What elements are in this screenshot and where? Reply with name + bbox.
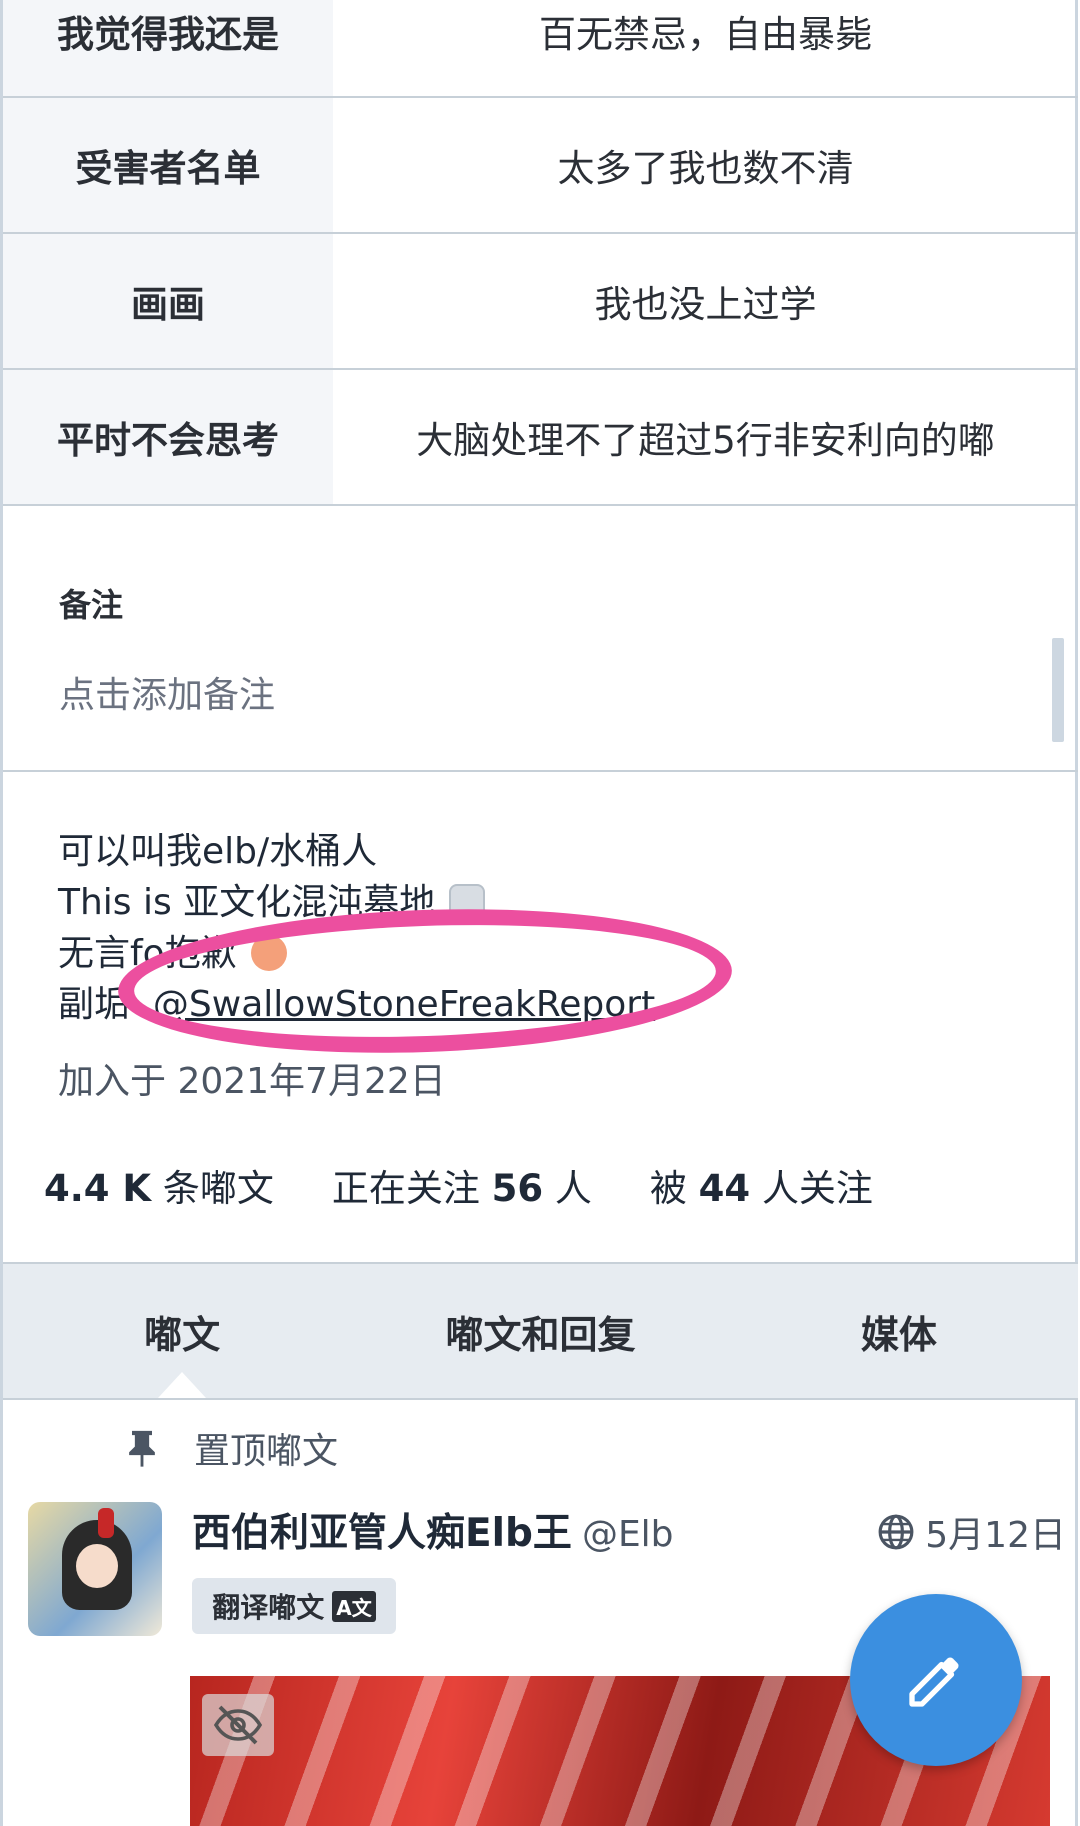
note-scrollbar[interactable] bbox=[1052, 638, 1064, 742]
date-text: 5月12日 bbox=[925, 1515, 1066, 1556]
translate-icon: A文 bbox=[332, 1590, 376, 1622]
bio-text: 可以叫我elb/水桶人 bbox=[58, 831, 378, 872]
field-value: 太多了我也数不清 bbox=[557, 147, 854, 190]
field-name: 受害者名单 bbox=[3, 98, 333, 232]
pinned-text: 置顶嘟文 bbox=[194, 1431, 339, 1472]
author-handle: @Elb bbox=[581, 1514, 674, 1555]
pencil-icon bbox=[909, 1657, 959, 1707]
followers-prefix: 被 bbox=[649, 1167, 687, 1210]
note-section: 备注 点击添加备注 bbox=[3, 534, 1078, 772]
note-input[interactable]: 点击添加备注 bbox=[59, 666, 275, 718]
posts-count: 4.4 K bbox=[44, 1167, 152, 1210]
post-date[interactable]: 5月12日 bbox=[877, 1506, 1066, 1558]
followers-count: 44 bbox=[698, 1167, 751, 1210]
tab-posts-and-replies[interactable]: 嘟文和回复 bbox=[361, 1264, 719, 1398]
avatar-horn bbox=[98, 1508, 114, 1538]
field-name: 我觉得我还是 bbox=[3, 0, 333, 96]
followers-stat[interactable]: 被 44 人关注 bbox=[650, 1158, 873, 1212]
active-tab-indicator bbox=[158, 1372, 206, 1398]
hide-media-button[interactable] bbox=[202, 1694, 274, 1756]
eye-off-icon bbox=[213, 1705, 263, 1745]
following-suffix: 人 bbox=[554, 1167, 592, 1210]
profile-field-row: 我觉得我还是 百无禁忌，自由暴毙 bbox=[3, 0, 1078, 98]
profile-field-row: 平时不会思考 大脑处理不了超过5行非安利向的嘟 bbox=[3, 370, 1078, 506]
globe-icon bbox=[878, 1514, 914, 1550]
field-value: 我也没上过学 bbox=[594, 283, 817, 326]
author-name: 西伯利亚管人痴Elb王 bbox=[192, 1511, 572, 1556]
compose-fab-button[interactable] bbox=[850, 1594, 1022, 1766]
profile-fields: 我觉得我还是 百无禁忌，自由暴毙 受害者名单 太多了我也数不清 画画 我也没上过… bbox=[3, 0, 1078, 506]
translate-label: 翻译嘟文 bbox=[212, 1591, 325, 1624]
avatar[interactable] bbox=[28, 1502, 162, 1636]
pinned-post-label: 置顶嘟文 bbox=[124, 1422, 338, 1474]
field-value: 大脑处理不了超过5行非安利向的嘟 bbox=[416, 419, 995, 462]
note-title: 备注 bbox=[59, 586, 124, 624]
bio-line: 可以叫我elb/水桶人 bbox=[58, 826, 655, 877]
profile-field-row: 画画 我也没上过学 bbox=[3, 234, 1078, 370]
avatar-face bbox=[76, 1544, 118, 1588]
field-name: 平时不会思考 bbox=[3, 370, 333, 504]
profile-stats: 4.4 K 条嘟文 正在关注 56 人 被 44 人关注 bbox=[44, 1158, 873, 1212]
joined-date: 加入于 2021年7月22日 bbox=[58, 1061, 446, 1102]
tab-media[interactable]: 媒体 bbox=[720, 1264, 1078, 1398]
posts-label: 条嘟文 bbox=[162, 1167, 274, 1210]
pin-icon bbox=[129, 1430, 155, 1467]
following-prefix: 正在关注 bbox=[331, 1167, 480, 1210]
following-stat[interactable]: 正在关注 56 人 bbox=[332, 1158, 592, 1212]
followers-suffix: 人关注 bbox=[761, 1167, 873, 1210]
following-count: 56 bbox=[491, 1167, 544, 1210]
posts-stat[interactable]: 4.4 K 条嘟文 bbox=[44, 1158, 274, 1212]
field-name: 画画 bbox=[3, 234, 333, 368]
field-value: 百无禁忌，自由暴毙 bbox=[539, 13, 872, 56]
translate-button[interactable]: 翻译嘟文 A文 bbox=[192, 1578, 396, 1634]
profile-field-row: 受害者名单 太多了我也数不清 bbox=[3, 98, 1078, 234]
post-author[interactable]: 西伯利亚管人痴Elb王 @Elb bbox=[192, 1502, 674, 1558]
